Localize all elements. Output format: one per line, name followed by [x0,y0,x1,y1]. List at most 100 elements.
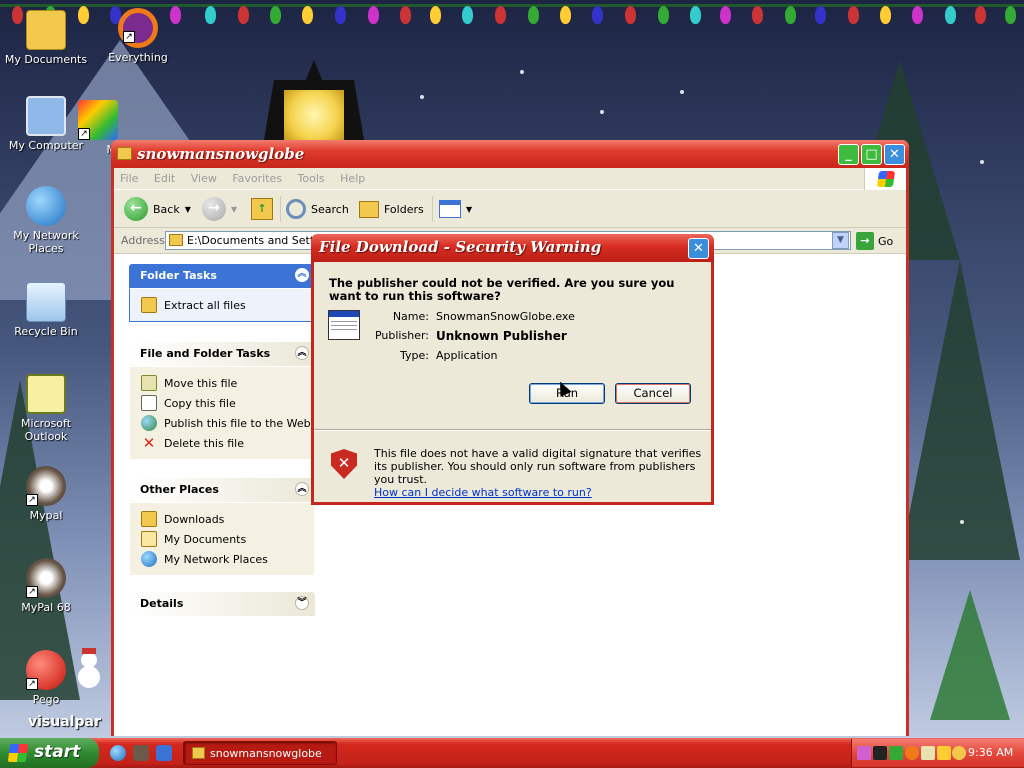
place-my-network-places[interactable]: My Network Places [141,549,314,569]
forward-arrow-icon: → [202,197,226,221]
details-header[interactable]: Details ︾ [129,592,315,616]
record-button-icon: ↗ [26,650,66,690]
desktop-icon-mypal-68[interactable]: ↗ MyPal 68 [0,558,92,614]
desktop-icon-visualpar[interactable]: visualpar [28,714,112,730]
place-label: Downloads [164,512,225,526]
start-button[interactable]: start [0,738,99,768]
menu-bar: File Edit View Favorites Tools Help [114,168,906,190]
mypal-quicklaunch-icon[interactable] [133,745,149,761]
go-button[interactable]: → Go [856,232,893,250]
chevron-down-icon: ▼ [184,204,191,214]
documents-folder-icon [141,531,157,547]
place-my-documents[interactable]: My Documents [141,529,314,549]
publisher-row: Publisher: Unknown Publisher [314,329,714,345]
type-row: Type: Application [314,349,714,365]
toolbar-separator [280,196,281,222]
desktop-icon-microsoft-outlook[interactable]: Microsoft Outlook [0,374,92,443]
desktop-icon-everything[interactable]: ↗ Everything [92,8,184,64]
shield-warning-icon: ✕ [331,449,357,479]
maximize-button[interactable]: □ [861,144,882,165]
desktop-icon-my-documents[interactable]: My Documents [0,10,92,66]
folder-icon [141,511,157,527]
help-link[interactable]: How can I decide what software to run? [374,486,592,499]
task-move-this-file[interactable]: Move this file [141,373,314,393]
tray-app-icon[interactable] [952,746,966,760]
back-button[interactable]: ← Back ▼ [124,196,191,222]
close-button[interactable]: ✕ [884,144,905,165]
folder-tasks-header[interactable]: Folder Tasks ︽ [129,264,315,288]
internet-explorer-icon[interactable] [110,745,126,761]
task-delete-this-file[interactable]: ✕ Delete this file [141,433,314,453]
desktop-icon-label: Microsoft Outlook [20,417,72,443]
expand-icon[interactable]: ︾ [295,596,309,610]
recycle-bin-icon [26,282,66,322]
other-places-header[interactable]: Other Places ︽ [129,478,315,502]
dialog-close-button[interactable]: ✕ [688,238,709,259]
collapse-icon[interactable]: ︽ [295,482,309,496]
clock[interactable]: 9:36 AM [968,746,1013,759]
desktop-icon-label: Pego [32,693,60,706]
cancel-button[interactable]: Cancel [615,383,691,404]
tray-app-icon[interactable] [889,746,903,760]
snowflake [420,95,424,99]
taskbar-button-snowmansnowglobe[interactable]: snowmansnowglobe [183,741,337,765]
task-label: Delete this file [164,436,244,450]
tray-app-icon[interactable] [921,746,935,760]
taskbar: start snowmansnowglobe 9:36 AM [0,738,1024,768]
task-extract-all-files[interactable]: Extract all files [141,295,314,315]
up-folder-button[interactable]: ↑ [251,196,273,222]
desktop-icon-label: visualpar [28,714,101,730]
folder-tasks-panel: Folder Tasks ︽ Extract all files [129,264,315,322]
explorer-title-bar[interactable]: snowmansnowglobe _ □ ✕ [111,140,909,168]
back-arrow-icon: ← [124,197,148,221]
tray-app-icon[interactable] [937,746,951,760]
security-warning-dialog: File Download - Security Warning ✕ The p… [311,234,714,505]
dialog-title-bar[interactable]: File Download - Security Warning ✕ [311,234,714,262]
raccoon-icon: ↗ [26,466,66,506]
file-and-folder-tasks-header[interactable]: File and Folder Tasks ︽ [129,342,315,366]
copy-file-icon [141,395,157,411]
back-label: Back [153,202,180,216]
menu-edit[interactable]: Edit [148,168,181,189]
menu-help[interactable]: Help [334,168,371,189]
chevron-down-icon: ▼ [231,204,238,214]
minimize-button[interactable]: _ [838,144,859,165]
forward-button[interactable]: → ▼ [202,196,237,222]
desktop-icon-my-network-places[interactable]: My Network Places [0,186,92,255]
tray-app-icon[interactable] [905,746,919,760]
task-label: Publish this file to the Web [164,416,311,430]
desktop-icon-label: Everything [108,51,168,64]
show-desktop-icon[interactable] [156,745,172,761]
menu-file[interactable]: File [114,168,144,189]
folder-icon [192,747,205,759]
windows-flag-icon [7,744,29,762]
desktop-icon-label: Mypal [29,509,63,522]
task-copy-this-file[interactable]: Copy this file [141,393,314,413]
desktop-icon-mypal[interactable]: ↗ Mypal [0,466,92,522]
search-button[interactable]: Search [286,196,349,222]
pine-tree [900,260,1020,560]
address-dropdown-button[interactable]: ▼ [832,232,849,249]
desktop-icon-m[interactable]: ↗ M [56,100,118,156]
toolbar: ← Back ▼ → ▼ ↑ Search Folders ▼ [114,190,906,228]
name-value: SnowmanSnowGlobe.exe [436,310,575,323]
collapse-icon[interactable]: ︽ [295,346,309,360]
menu-tools[interactable]: Tools [292,168,331,189]
desktop-icon-recycle-bin[interactable]: Recycle Bin [0,282,92,338]
views-button[interactable]: ▼ [439,196,472,222]
views-icon [439,200,461,218]
folders-icon [359,200,379,218]
tray-app-icon[interactable] [857,746,871,760]
search-icon [286,199,306,219]
chevron-down-icon: ▼ [466,204,473,214]
menu-view[interactable]: View [185,168,223,189]
dialog-divider [314,429,711,431]
folders-button[interactable]: Folders [359,196,424,222]
type-label: Type: [400,349,429,362]
menu-favorites[interactable]: Favorites [226,168,288,189]
panel-title: File and Folder Tasks [140,347,271,360]
tray-app-icon[interactable] [873,746,887,760]
collapse-icon[interactable]: ︽ [295,268,309,282]
task-publish-this-file-to-the-web[interactable]: Publish this file to the Web [141,413,314,433]
place-downloads[interactable]: Downloads [141,509,314,529]
